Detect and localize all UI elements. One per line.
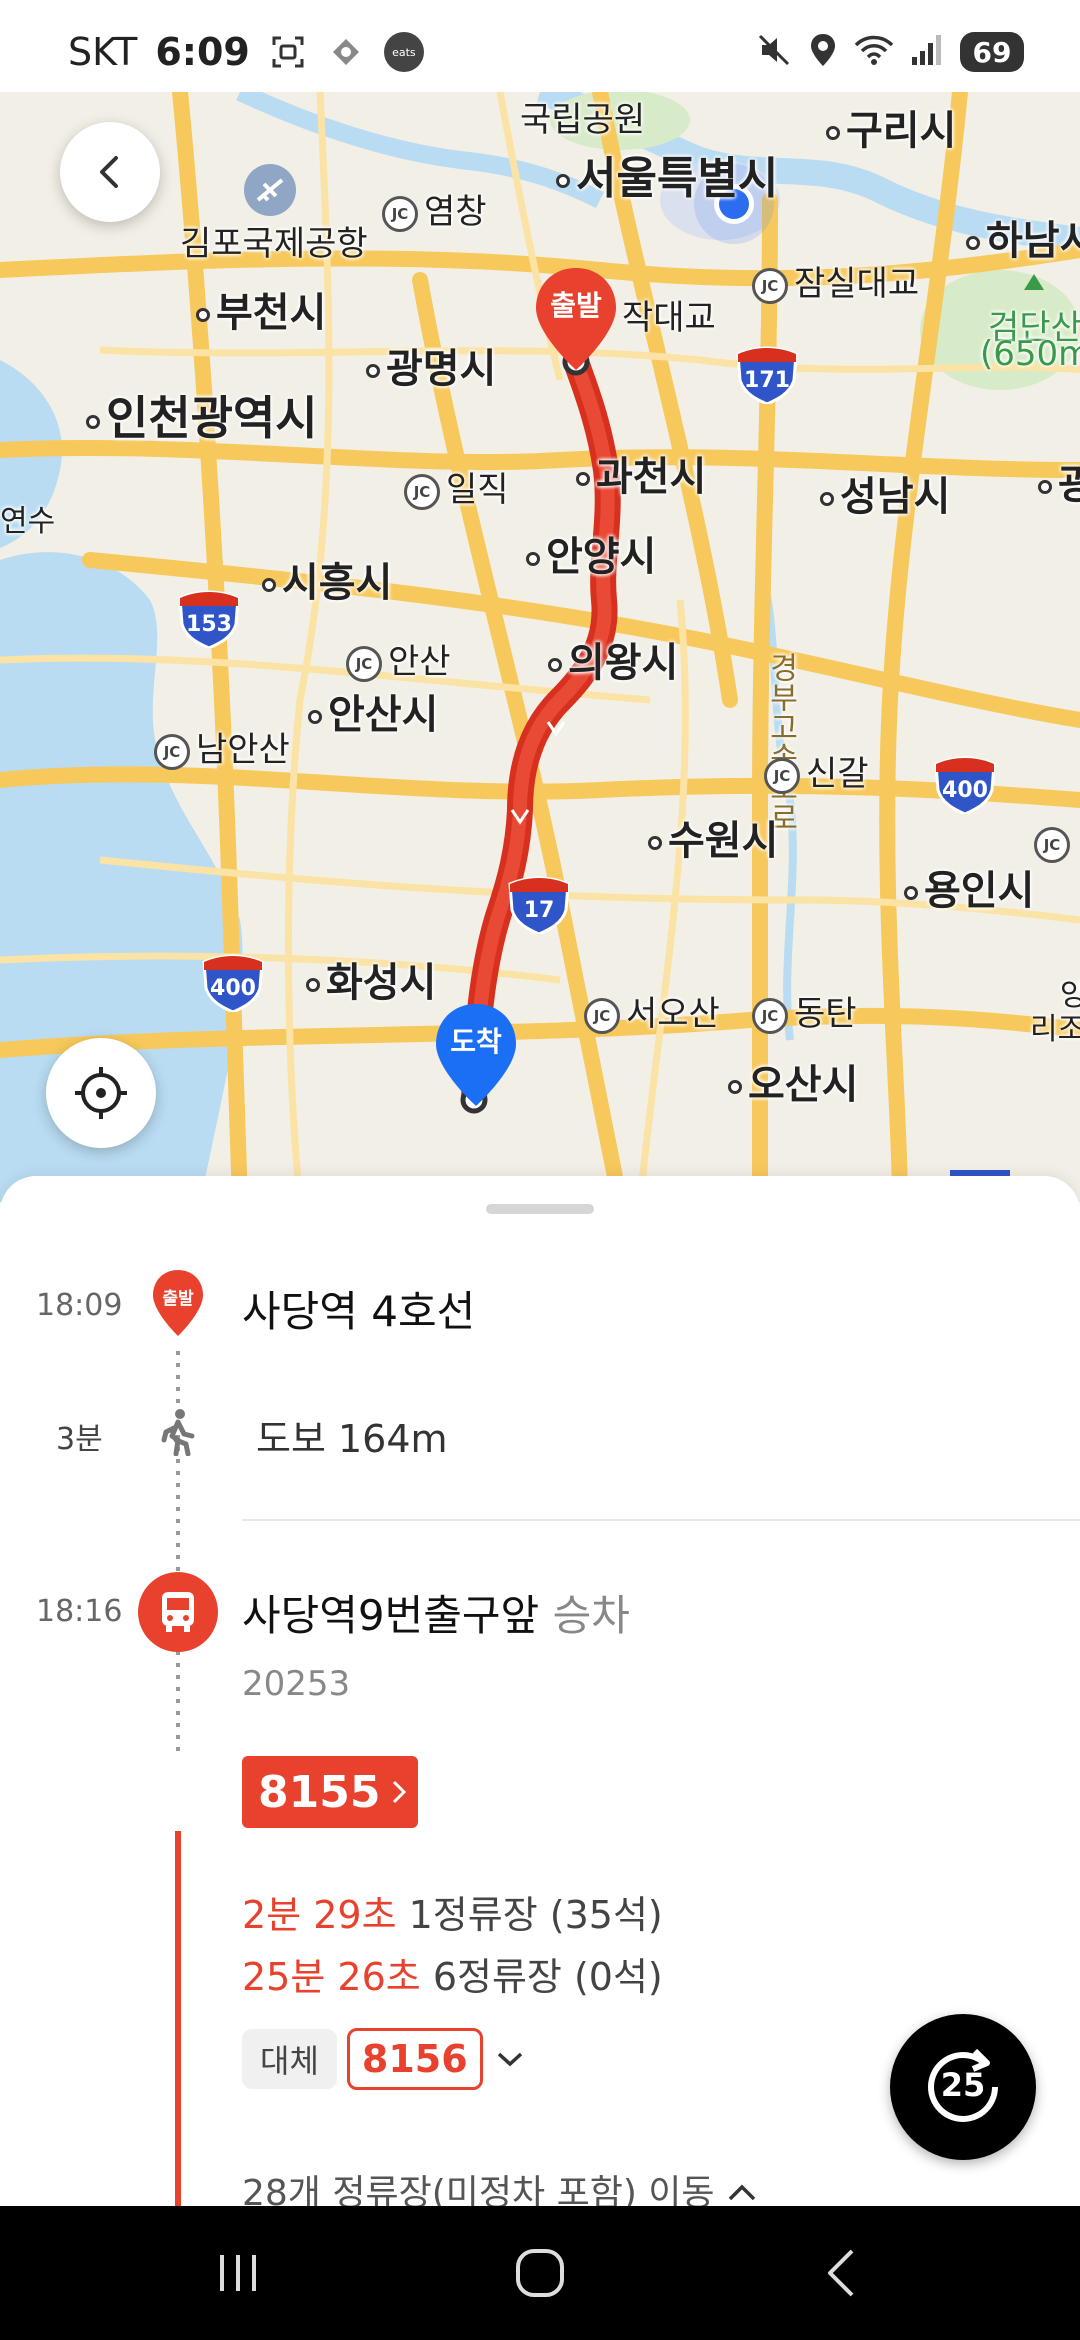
system-nav-bar <box>0 2206 1080 2340</box>
map-label-bucheon: 부천시 <box>196 280 326 338</box>
chevron-up-icon <box>728 2184 756 2201</box>
map-label-gimpo-airport: 김포국제공항 <box>180 224 368 264</box>
map-label-ansan-jc: JC 안산 <box>346 634 451 683</box>
status-bar: SKT 6:09 eats 69 <box>0 0 1080 92</box>
map-label-gwang: 광 <box>1038 452 1080 510</box>
location-app-icon <box>326 32 366 72</box>
map-label-dongtan: JC 동탄 <box>752 986 857 1035</box>
map-label-hanam: 하남시 <box>966 208 1080 266</box>
battery-indicator: 69 <box>960 32 1024 72</box>
map-label-seoul: 서울특별시 <box>556 142 778 206</box>
refresh-timer-button[interactable]: 25 <box>890 2014 1036 2160</box>
map-label-suwon: 수원시 <box>648 808 778 866</box>
highway-shield-400-east: 400 <box>934 756 996 816</box>
highway-shield-153: 153 <box>178 590 240 650</box>
start-station-name[interactable]: 사당역 4호선 <box>242 1278 475 1339</box>
signal-icon <box>910 33 944 71</box>
wifi-icon <box>854 33 894 71</box>
board-time: 18:16 <box>36 1594 123 1629</box>
carrier-label: SKT <box>68 30 138 74</box>
map-label-incheon: 인천광역시 <box>86 382 318 448</box>
system-back-icon <box>828 2249 854 2297</box>
walk-duration: 3분 <box>56 1422 103 1457</box>
back-arrow-icon <box>100 156 118 188</box>
crosshair-icon <box>75 1067 127 1119</box>
start-marker-label: 출발 <box>162 1289 194 1309</box>
screenshot-icon <box>268 32 308 72</box>
map-label-gyeongbu: 경부고속도로 <box>763 652 798 832</box>
map-label-seo-osan: JC 서오산 <box>584 986 720 1035</box>
map-label-uiwang: 의왕시 <box>548 630 678 688</box>
recent-apps-icon <box>220 2255 256 2291</box>
map-label-jamsildaegyo: JC 잠실대교 <box>752 256 919 305</box>
home-button[interactable] <box>500 2238 580 2308</box>
chevron-down-icon[interactable] <box>493 2048 527 2070</box>
bus-number: 8155 <box>258 1766 381 1818</box>
stops-count-text: 28개 정류장(미정차 포함) 이동 <box>242 2173 715 2206</box>
highway-shield-400-west: 400 <box>202 954 264 1014</box>
alternative-tag: 대체 <box>242 2029 337 2089</box>
highway-shield-17: 17 <box>508 876 570 936</box>
map-label-guri: 구리시 <box>826 98 956 156</box>
map-label-singal: JC 신갈 <box>764 746 869 795</box>
home-icon <box>516 2249 564 2297</box>
map-label-siheung: 시흥시 <box>262 550 392 608</box>
board-stop-name: 사당역9번출구앞 <box>242 1591 540 1640</box>
board-stop-title[interactable]: 사당역9번출구앞 승차 <box>242 1582 630 1643</box>
my-location-button[interactable] <box>46 1038 156 1148</box>
map-label-gwacheon: 과천시 <box>576 444 706 502</box>
coupang-eats-icon: eats <box>383 32 424 72</box>
bus-icon <box>138 1572 218 1652</box>
start-marker-icon: 출발 <box>150 1268 206 1338</box>
map-label-edge-2: 리조 <box>1030 1012 1080 1047</box>
map-label-anyang: 안양시 <box>526 524 656 582</box>
start-pin[interactable]: 출발 <box>532 264 620 374</box>
map-label-yeomchang: JC 염창 <box>382 184 487 233</box>
arrival-info-1: 1정류장 (35석) <box>408 1893 663 1937</box>
map-label-ansan-city: 안산시 <box>308 682 438 740</box>
mute-icon <box>756 32 792 72</box>
board-stop-id: 20253 <box>242 1664 351 1704</box>
arrival-row-2: 25분 26초 6정류장 (0석) <box>242 1946 663 2001</box>
section-divider <box>242 1519 1080 1521</box>
refresh-timer-value: 25 <box>940 2066 986 2104</box>
arrival-time-2: 25분 26초 <box>242 1955 421 1999</box>
system-back-button[interactable] <box>802 2238 882 2308</box>
sheet-drag-handle[interactable] <box>486 1204 594 1214</box>
map-label-national-park: 국립공원 <box>520 100 646 140</box>
chevron-right-icon <box>393 1780 407 1804</box>
map-label-osan: 오산시 <box>728 1052 858 1110</box>
map-label-jc-edge: JC <box>1034 826 1076 863</box>
alternative-bus-row[interactable]: 대체 8156 <box>242 2028 527 2090</box>
walking-icon <box>160 1408 196 1460</box>
arrival-row-1: 2분 29초 1정류장 (35석) <box>242 1884 663 1939</box>
map-label-nam-ansan: JC 남안산 <box>154 722 290 771</box>
map-label-hwaseong: 화성시 <box>306 950 436 1008</box>
alternative-bus-number[interactable]: 8156 <box>346 2028 483 2090</box>
bus-number-button[interactable]: 8155 <box>242 1756 418 1828</box>
map-label-geomdansan-elev: (650m <box>980 334 1080 374</box>
arrival-time-1: 2분 29초 <box>242 1893 397 1937</box>
start-time: 18:09 <box>36 1288 123 1323</box>
arrival-info-2: 6정류장 (0석) <box>432 1955 663 1999</box>
walk-distance: 도보 164m <box>256 1417 448 1461</box>
map-label-yongin: 용인시 <box>904 858 1034 916</box>
stops-toggle[interactable]: 28개 정류장(미정차 포함) 이동 <box>242 2164 758 2206</box>
highway-shield-171: 171 <box>736 346 798 406</box>
map-label-yeonsu: 연수 <box>0 504 56 539</box>
map-label-seongnam: 성남시 <box>820 464 950 522</box>
route-map[interactable]: 국립공원 구리시 서울특별시 하남시 김포국제공항 JC 염창 부천시 작대교 J… <box>0 92 1080 1202</box>
map-label-iljik: JC 일직 <box>404 462 509 511</box>
recent-apps-button[interactable] <box>198 2238 278 2308</box>
clock: 6:09 <box>155 30 250 74</box>
location-icon <box>808 32 838 72</box>
map-label-jakdaegyo: 작대교 <box>622 298 716 338</box>
board-action-label: 승차 <box>552 1591 630 1640</box>
end-pin[interactable]: 도착 <box>432 1000 520 1110</box>
back-button[interactable] <box>60 122 160 222</box>
map-label-gwangmyeong: 광명시 <box>366 336 496 394</box>
